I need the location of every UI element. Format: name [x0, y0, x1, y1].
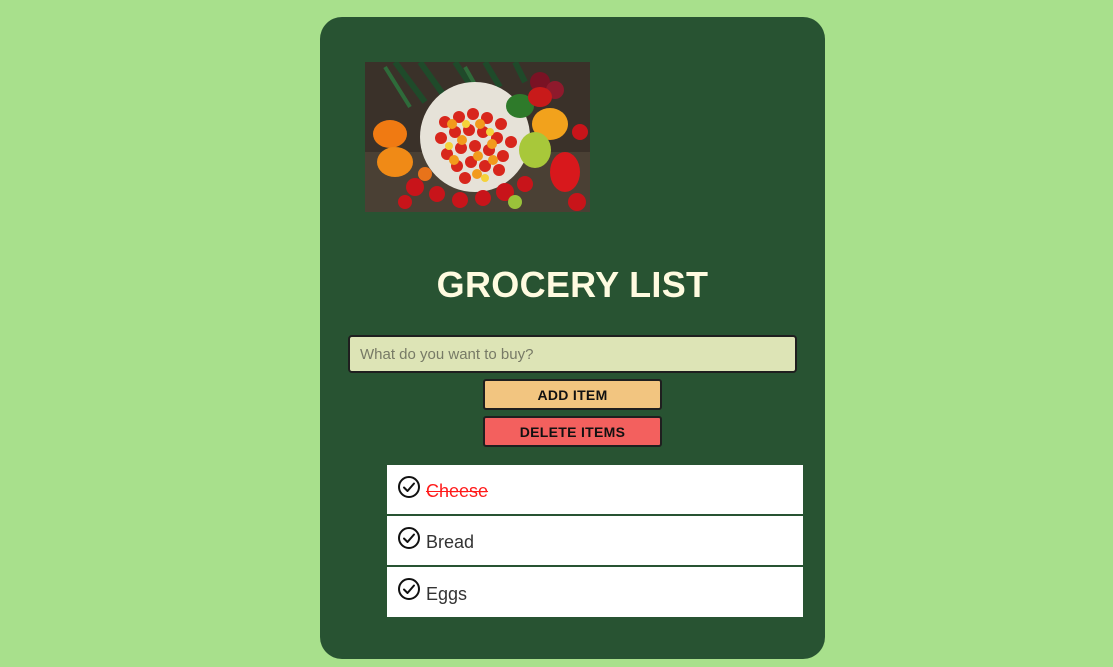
page-title: GROCERY LIST	[436, 264, 709, 305]
list-item: Eggs	[387, 567, 803, 617]
item-input[interactable]	[348, 335, 797, 373]
hero-image	[365, 62, 590, 212]
list-item: Cheese	[387, 465, 803, 516]
add-item-button[interactable]: ADD ITEM	[483, 379, 662, 410]
check-circle-icon[interactable]	[397, 475, 421, 499]
list-item-label: Bread	[426, 532, 475, 552]
list-item-label: Eggs	[426, 583, 468, 604]
check-circle-icon[interactable]	[397, 526, 421, 550]
grocery-list: Cheese Bread Eggs	[387, 465, 803, 617]
grocery-card: GROCERY LIST ADD ITEM DELETE ITEMS Chees…	[320, 17, 825, 659]
vegetables-photo	[365, 62, 590, 212]
delete-items-button[interactable]: DELETE ITEMS	[483, 416, 662, 447]
list-item: Bread	[387, 516, 803, 567]
list-item-label: Cheese	[426, 481, 489, 501]
check-circle-icon[interactable]	[397, 577, 421, 601]
